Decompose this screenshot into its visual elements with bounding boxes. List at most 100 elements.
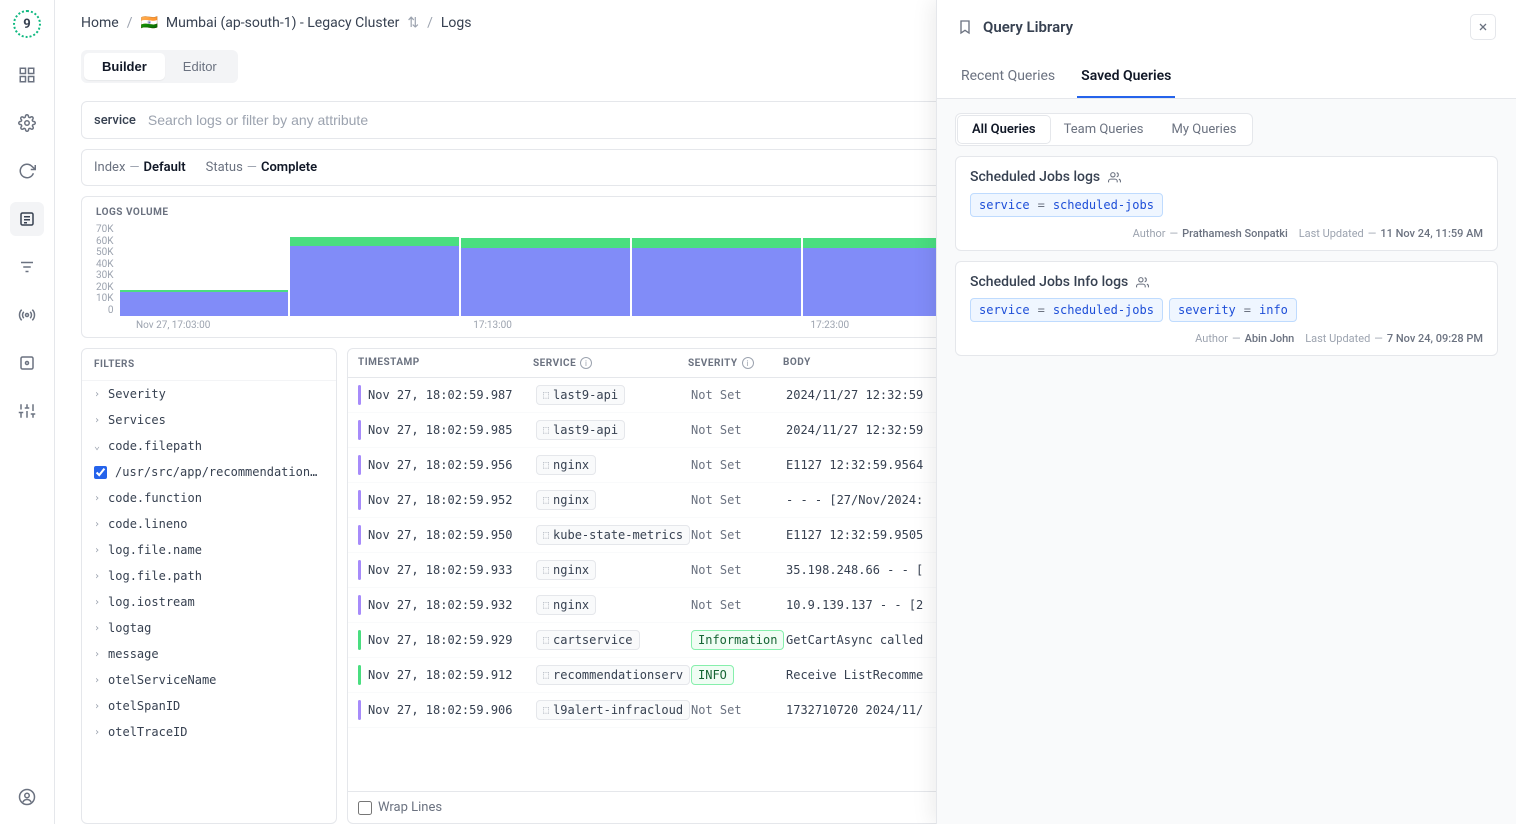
nav-logs-icon[interactable] bbox=[10, 202, 44, 236]
pill-all-queries[interactable]: All Queries bbox=[958, 116, 1050, 143]
cube-icon: ⬚ bbox=[543, 390, 549, 401]
filter-path-value: /usr/src/app/recommendation_serv bbox=[115, 465, 324, 479]
cell-timestamp: Nov 27, 18:02:59.987 bbox=[368, 388, 536, 402]
service-tag[interactable]: ⬚l9alert-infracloud bbox=[536, 700, 690, 720]
severity-text: Not Set bbox=[691, 388, 742, 402]
filter-label: otelSpanID bbox=[108, 699, 180, 713]
filter-item[interactable]: ›Severity bbox=[82, 381, 336, 407]
filter-item[interactable]: ›message bbox=[82, 641, 336, 667]
nav-sliders-icon[interactable] bbox=[10, 394, 44, 428]
filter-item[interactable]: ›log.file.name bbox=[82, 537, 336, 563]
chart-bar bbox=[632, 224, 801, 316]
service-tag[interactable]: ⬚nginx bbox=[536, 455, 596, 475]
filter-item[interactable]: ›otelServiceName bbox=[82, 667, 336, 693]
info-icon[interactable]: i bbox=[742, 357, 754, 369]
cell-timestamp: Nov 27, 18:02:59.912 bbox=[368, 668, 536, 682]
cube-icon: ⬚ bbox=[543, 495, 549, 506]
query-meta: Author—Abin John Last Updated—7 Nov 24, … bbox=[970, 332, 1483, 345]
chevron-down-icon: ⌄ bbox=[94, 441, 100, 452]
severity-bar bbox=[358, 700, 361, 720]
service-tag[interactable]: ⬚last9-api bbox=[536, 420, 625, 440]
service-tag[interactable]: ⬚nginx bbox=[536, 490, 596, 510]
filters-panel: FILTERS ›Severity›Services⌄code.filepath… bbox=[81, 348, 337, 824]
nav-refresh-icon[interactable] bbox=[10, 154, 44, 188]
nav-resource-icon[interactable] bbox=[10, 346, 44, 380]
service-tag[interactable]: ⬚nginx bbox=[536, 595, 596, 615]
filter-item[interactable]: ›code.lineno bbox=[82, 511, 336, 537]
query-title: Scheduled Jobs logs bbox=[970, 169, 1100, 185]
severity-bar bbox=[358, 455, 361, 475]
filter-item[interactable]: ›log.iostream bbox=[82, 589, 336, 615]
cell-severity: Not Set bbox=[691, 458, 786, 472]
chart-bar bbox=[461, 224, 630, 316]
chevron-updown-icon[interactable]: ⇅ bbox=[407, 15, 419, 31]
chevron-right-icon: › bbox=[94, 727, 100, 738]
info-icon[interactable]: i bbox=[580, 357, 592, 369]
cell-timestamp: Nov 27, 18:02:59.950 bbox=[368, 528, 536, 542]
query-card[interactable]: Scheduled Jobs Info logsservice=schedule… bbox=[955, 261, 1498, 356]
query-library-panel: Query Library Recent Queries Saved Queri… bbox=[936, 0, 1516, 824]
cell-severity: Not Set bbox=[691, 423, 786, 437]
flag-icon: 🇮🇳 bbox=[140, 15, 157, 31]
status-label: Status bbox=[206, 160, 243, 175]
filter-item[interactable]: ›code.function bbox=[82, 485, 336, 511]
close-button[interactable] bbox=[1470, 14, 1496, 40]
filter-item[interactable]: ›logtag bbox=[82, 615, 336, 641]
cell-timestamp: Nov 27, 18:02:59.956 bbox=[368, 458, 536, 472]
panel-title: Query Library bbox=[983, 18, 1460, 36]
filter-item[interactable]: ›otelTraceID bbox=[82, 719, 336, 745]
breadcrumb-cluster[interactable]: Mumbai (ap-south-1) - Legacy Cluster bbox=[166, 15, 399, 31]
pill-my-queries[interactable]: My Queries bbox=[1158, 116, 1251, 143]
tab-builder[interactable]: Builder bbox=[84, 53, 165, 80]
service-tag[interactable]: ⬚nginx bbox=[536, 560, 596, 580]
filter-item[interactable]: › log.file.path bbox=[82, 563, 336, 589]
chevron-right-icon: › bbox=[94, 571, 100, 582]
filter-item[interactable]: › otelSpanID bbox=[82, 693, 336, 719]
nav-broadcast-icon[interactable] bbox=[10, 298, 44, 332]
chevron-right-icon: › bbox=[94, 389, 100, 400]
filter-label: otelServiceName bbox=[108, 673, 216, 687]
filter-label: message bbox=[108, 647, 159, 661]
nav-filter-icon[interactable] bbox=[10, 250, 44, 284]
cell-service: ⬚last9-api bbox=[536, 420, 691, 440]
wrap-lines-checkbox[interactable] bbox=[358, 801, 372, 815]
service-tag[interactable]: ⬚last9-api bbox=[536, 385, 625, 405]
breadcrumb-home[interactable]: Home bbox=[81, 15, 119, 31]
share-icon bbox=[1108, 171, 1121, 184]
chevron-right-icon: › bbox=[94, 415, 100, 426]
breadcrumb-page: Logs bbox=[441, 15, 472, 31]
filter-checkbox[interactable] bbox=[94, 466, 107, 479]
cell-service: ⬚cartservice bbox=[536, 630, 691, 650]
filter-label: log.file.path bbox=[108, 569, 202, 583]
filter-item[interactable]: ⌄code.filepath bbox=[82, 433, 336, 459]
cube-icon: ⬚ bbox=[543, 670, 549, 681]
severity-bar bbox=[358, 420, 361, 440]
cell-severity: Information bbox=[691, 630, 786, 650]
tab-editor[interactable]: Editor bbox=[165, 53, 235, 80]
query-card[interactable]: Scheduled Jobs logsservice=scheduled-job… bbox=[955, 156, 1498, 251]
tab-recent-queries[interactable]: Recent Queries bbox=[957, 60, 1059, 98]
chevron-right-icon: › bbox=[94, 493, 100, 504]
chevron-right-icon: › bbox=[94, 701, 100, 712]
chevron-right-icon: › bbox=[94, 623, 100, 634]
pill-team-queries[interactable]: Team Queries bbox=[1050, 116, 1158, 143]
filter-label: log.iostream bbox=[108, 595, 195, 609]
cell-timestamp: Nov 27, 18:02:59.929 bbox=[368, 633, 536, 647]
chart-bar bbox=[120, 224, 289, 316]
nav-settings-icon[interactable] bbox=[10, 106, 44, 140]
cube-icon: ⬚ bbox=[543, 705, 549, 716]
filter-value[interactable]: /usr/src/app/recommendation_serv bbox=[82, 459, 336, 485]
tab-saved-queries[interactable]: Saved Queries bbox=[1077, 60, 1175, 98]
nav-user-icon[interactable] bbox=[10, 780, 44, 814]
cell-timestamp: Nov 27, 18:02:59.952 bbox=[368, 493, 536, 507]
nav-dashboard-icon[interactable] bbox=[10, 58, 44, 92]
filter-item[interactable]: ›Services bbox=[82, 407, 336, 433]
service-tag[interactable]: ⬚kube-state-metrics bbox=[536, 525, 690, 545]
severity-text: Not Set bbox=[691, 493, 742, 507]
cell-service: ⬚nginx bbox=[536, 490, 691, 510]
cell-service: ⬚last9-api bbox=[536, 385, 691, 405]
service-tag[interactable]: ⬚recommendationserv bbox=[536, 665, 690, 685]
severity-bar bbox=[358, 630, 361, 650]
cube-icon: ⬚ bbox=[543, 425, 549, 436]
service-tag[interactable]: ⬚cartservice bbox=[536, 630, 640, 650]
